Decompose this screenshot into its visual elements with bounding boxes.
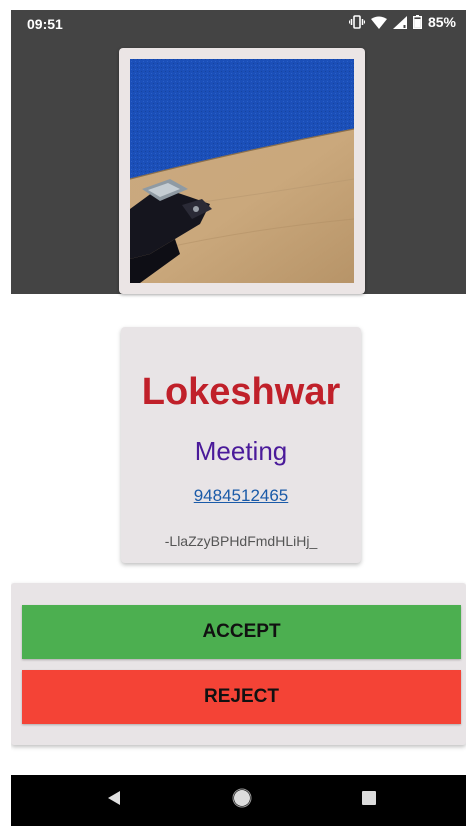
wifi-icon <box>370 16 387 29</box>
call-action-panel: ACCEPT REJECT <box>11 583 466 745</box>
call-type: Meeting <box>194 436 288 466</box>
battery-percent: 85% <box>427 14 456 30</box>
caller-photo-card <box>119 48 365 294</box>
reject-button[interactable]: REJECT <box>22 670 461 724</box>
home-button[interactable] <box>212 775 272 826</box>
recents-button[interactable] <box>339 775 399 826</box>
accept-button[interactable]: ACCEPT <box>22 605 461 659</box>
status-time: 09:51 <box>27 16 63 32</box>
battery-icon <box>412 15 422 29</box>
caller-photo <box>130 59 354 283</box>
navigation-bar <box>11 775 466 826</box>
status-icons: 85% <box>348 14 456 30</box>
phone-screen: 09:51 85% Lokeshwar Meeting 9484512465 -… <box>11 10 466 826</box>
cell-signal-icon <box>392 15 407 29</box>
vibrate-icon <box>348 15 365 29</box>
caller-name: Lokeshwar <box>141 371 341 413</box>
back-icon <box>106 790 122 811</box>
recents-icon <box>361 790 377 811</box>
status-bar: 09:51 85% <box>11 10 466 40</box>
back-button[interactable] <box>84 775 144 826</box>
phone-number-link[interactable]: 9484512465 <box>121 486 361 506</box>
home-icon <box>232 788 252 813</box>
caller-info-card: Lokeshwar Meeting 9484512465 -LlaZzyBPHd… <box>121 327 361 563</box>
call-id: -LlaZzyBPHdFmdHLiHj_ <box>164 533 318 549</box>
